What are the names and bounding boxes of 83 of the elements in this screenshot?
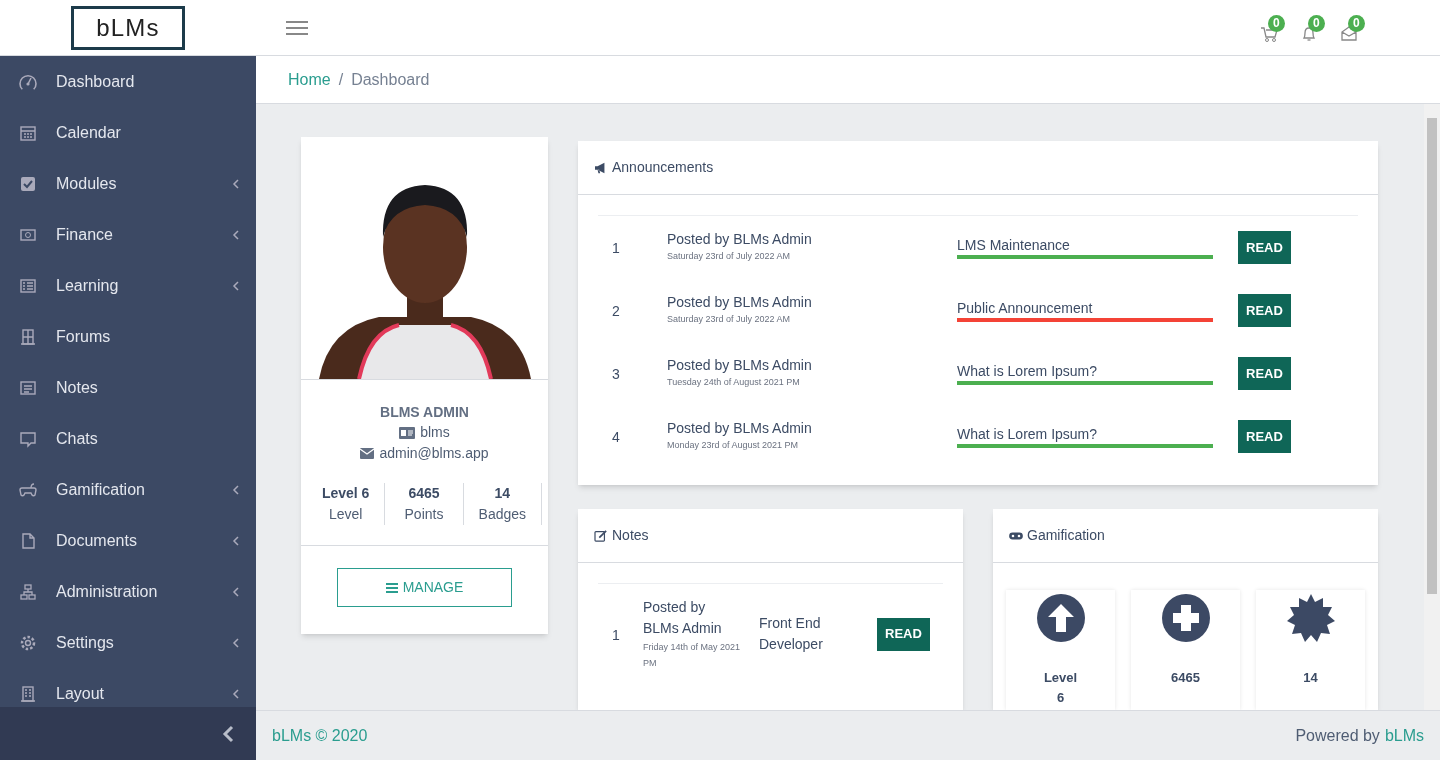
stat-label: Badges <box>478 505 527 524</box>
stat-label: Level <box>328 505 363 524</box>
sidebar-item[interactable]: Learning <box>0 260 256 311</box>
date-text: Monday 23rd of August 2021 PM <box>667 439 800 452</box>
sidebar-item[interactable]: Finance <box>0 209 256 260</box>
count-badge: 0 <box>1268 14 1285 32</box>
sidebar-item[interactable]: Chats <box>0 413 256 464</box>
row-number: 4 <box>611 428 621 447</box>
author-text: Posted by BLMs Admin <box>667 294 813 311</box>
card-title: Announcements <box>612 158 714 177</box>
hierarchy-icon <box>19 582 37 601</box>
list-icon <box>19 276 37 295</box>
menu-button[interactable] <box>286 18 308 37</box>
sidebar-item[interactable]: Dashboard <box>0 56 256 107</box>
grid-icon <box>19 327 37 346</box>
building-icon <box>19 684 37 703</box>
edit-icon <box>594 529 608 542</box>
sidebar-item[interactable]: Modules <box>0 158 256 209</box>
sidebar-item[interactable]: Notes <box>0 362 256 413</box>
row-number: 1 <box>611 625 621 645</box>
announcement-title: Public Announcement <box>957 299 1213 322</box>
announcement-title: LMS Maintenance <box>957 236 1213 259</box>
announcement-title: What is Lorem Ipsum? <box>957 362 1213 385</box>
collapse-button[interactable] <box>222 724 236 743</box>
author-text: Posted by BLMs Admin <box>667 231 813 248</box>
email-text: admin@blms.app <box>379 444 489 463</box>
breadcrumb-separator: / <box>338 69 344 90</box>
document-icon <box>19 531 37 550</box>
sidebar-item[interactable]: Calendar <box>0 107 256 158</box>
author-text: Posted by BLMs Admin <box>667 420 813 437</box>
envelope-icon <box>360 448 375 459</box>
stat-value: 6465 <box>408 484 440 503</box>
row-number: 1 <box>611 239 621 258</box>
author-text: Posted by BLMs Admin <box>667 357 813 374</box>
sidebar-item[interactable]: Gamification <box>0 464 256 515</box>
plus-circle-icon <box>1161 594 1210 642</box>
chat-icon <box>19 429 37 448</box>
row-number: 3 <box>611 365 621 384</box>
arrow-up-circle-icon <box>1036 594 1085 642</box>
user-name: BLMS ADMIN <box>380 403 469 422</box>
row-number: 2 <box>611 302 621 321</box>
gauge-icon <box>19 72 37 91</box>
author-text: Posted by BLMs Admin <box>643 598 723 638</box>
date-text: Tuesday 24th of August 2021 PM <box>667 376 801 389</box>
read-button[interactable]: READ <box>1238 231 1291 264</box>
read-button[interactable]: READ <box>877 617 930 651</box>
sidebar-item[interactable]: Settings <box>0 617 256 668</box>
calendar-icon <box>19 123 37 142</box>
read-button[interactable]: READ <box>1238 357 1291 390</box>
read-button[interactable]: READ <box>1238 294 1291 327</box>
date-text: Saturday 23rd of July 2022 AM <box>667 250 792 263</box>
announcement-title: What is Lorem Ipsum? <box>957 425 1213 448</box>
menu-icon <box>385 581 398 594</box>
count-badge: 0 <box>1308 14 1325 32</box>
sidebar-item[interactable]: Layout <box>0 668 256 707</box>
card-title: Notes <box>612 526 649 545</box>
card-title: Gamification <box>1027 526 1105 545</box>
username-text: blms <box>420 423 450 442</box>
note-icon <box>19 378 37 397</box>
sidebar-item[interactable]: Forums <box>0 311 256 362</box>
tile-value: Level 6 <box>1042 669 1079 707</box>
stat-value: Level 6 <box>321 484 370 503</box>
copyright-text: bLMs © 2020 <box>272 725 368 746</box>
badge-icon <box>1286 594 1335 642</box>
scrollbar[interactable] <box>1424 104 1440 710</box>
gear-icon <box>19 633 37 652</box>
sidebar-item[interactable]: Administration <box>0 566 256 617</box>
count-badge: 0 <box>1348 14 1365 32</box>
logo[interactable]: bLMs <box>71 5 185 50</box>
date-text: Saturday 23rd of July 2022 AM <box>667 313 792 326</box>
gamepad-icon <box>19 480 37 499</box>
date-text: Friday 14th of May 2021 PM <box>643 641 742 670</box>
stat-value: 14 <box>494 484 511 503</box>
sidebar-item[interactable]: Documents <box>0 515 256 566</box>
tile-value: 14 <box>1302 669 1319 687</box>
checkbox-icon <box>19 174 37 193</box>
stat-label: Points <box>404 505 444 524</box>
note-title: Front End Developer <box>758 614 824 654</box>
breadcrumb-current: Dashboard <box>351 69 430 90</box>
read-button[interactable]: READ <box>1238 420 1291 453</box>
powered-by-text: Powered by <box>1295 725 1380 746</box>
tile-value: 6465 <box>1170 669 1201 687</box>
id-card-icon <box>399 426 416 439</box>
